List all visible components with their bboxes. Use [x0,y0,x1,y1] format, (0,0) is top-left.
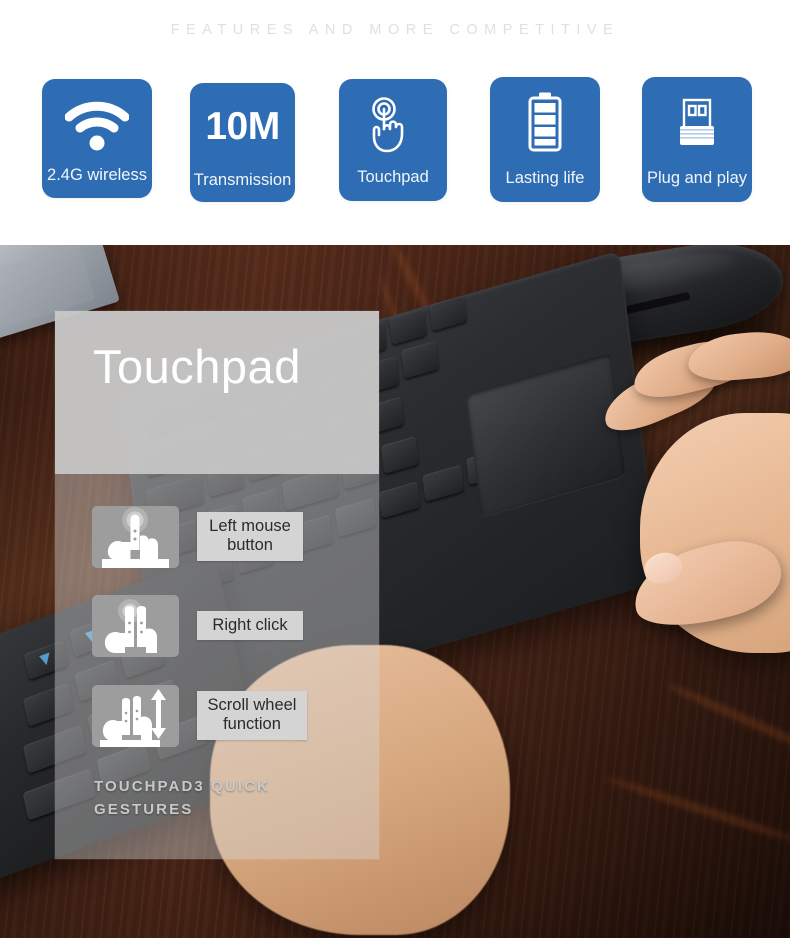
feature-card-label: Lasting life [505,169,585,187]
gesture-row: Left mouse button [55,506,379,568]
gesture-row: Right click [55,595,379,657]
page-headline: FEATURES AND MORE COMPETITIVE [170,22,620,38]
transmission-value: 10M [205,104,280,148]
gesture-label: Scroll wheel function [197,691,307,740]
function-key-indicator-icon [39,652,52,667]
one-finger-tap-icon [92,506,179,568]
touchpad-overlay-panel: Touchpad Left mouse button Right click S… [55,311,379,859]
gesture-label: Left mouse button [197,512,303,561]
feature-card-plug-play[interactable]: Plug and play [642,77,752,202]
feature-card-label: Touchpad [357,168,429,186]
feature-card-battery[interactable]: Lasting life [490,77,600,202]
gesture-row: Scroll wheel function [55,685,379,747]
hand-on-touchpad [596,328,790,671]
feature-card-row: 2.4G wireless 10M Transmission Touchpad … [0,60,790,220]
feature-card-label: 2.4G wireless [47,166,147,184]
battery-icon [490,91,600,153]
gesture-label: Right click [197,611,303,641]
product-feature-page: FEATURES AND MORE COMPETITIVE 2.4G wirel… [0,0,790,938]
feature-card-label: Transmission [193,171,292,189]
feature-card-transmission[interactable]: 10M Transmission [190,83,295,202]
keyboard-key [380,435,419,475]
touch-hand-icon [339,96,447,154]
feature-card-touchpad[interactable]: Touchpad [339,79,447,201]
keyboard-key [389,308,427,345]
wifi-icon [42,98,152,154]
transmission-distance-text: 10M [190,97,295,155]
keyboard-key-pgdn [422,464,464,502]
overlay-caption: TOUCHPAD3 QUICK GESTURES [94,778,270,818]
keyboard-key [400,340,440,379]
overlay-panel-header: Touchpad [55,311,379,474]
keyboard-key-pgup [378,481,421,519]
two-finger-scroll-icon [92,685,179,747]
usb-dongle-icon [642,95,752,153]
overlay-title: Touchpad [93,340,301,393]
features-section: FEATURES AND MORE COMPETITIVE 2.4G wirel… [0,0,790,245]
feature-card-wireless[interactable]: 2.4G wireless [42,79,152,198]
product-photo: Touchpad Left mouse button Right click S… [0,245,790,938]
feature-card-label: Plug and play [647,169,747,187]
two-finger-tap-icon [92,595,179,657]
